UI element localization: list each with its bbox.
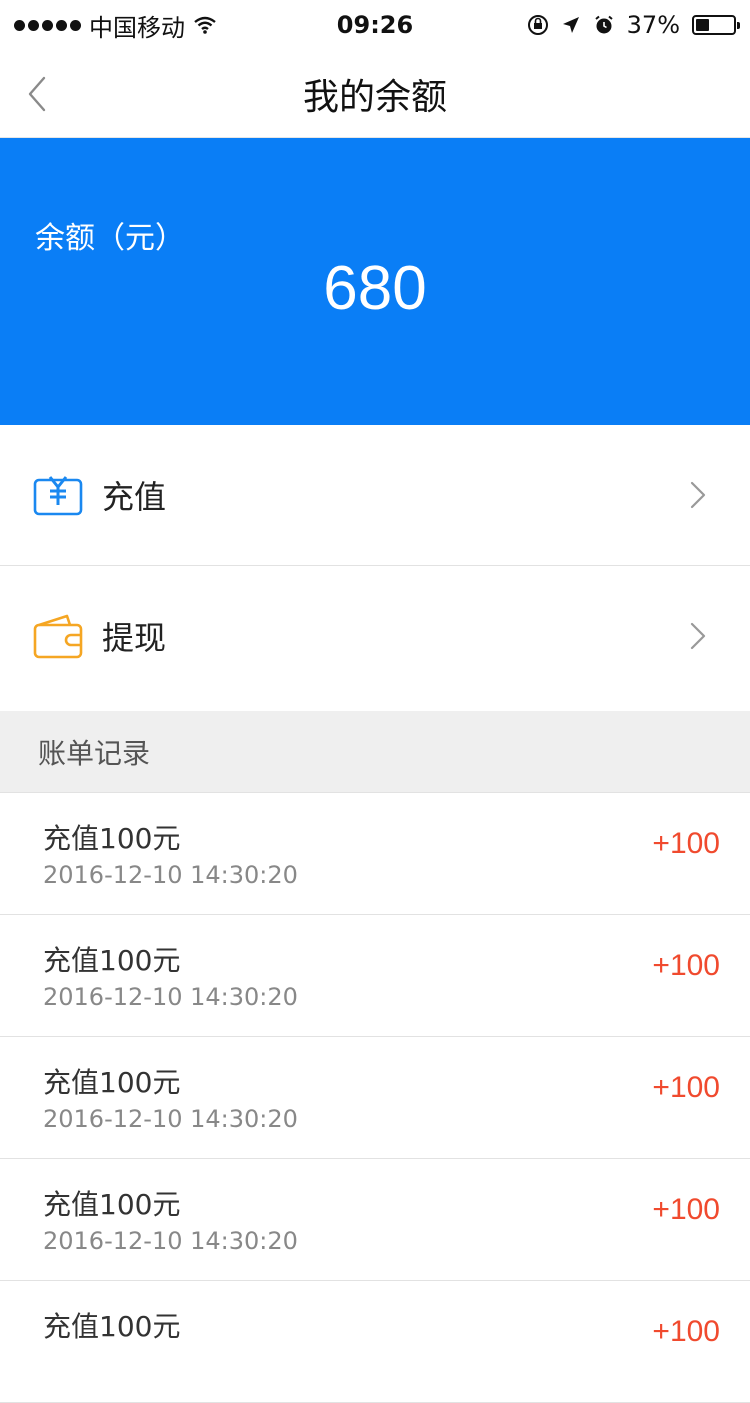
battery-icon	[692, 15, 740, 35]
record-time: 2016-12-10 14:30:20	[43, 861, 298, 889]
withdraw-row[interactable]: 提现	[0, 566, 750, 706]
record-amount: +100	[652, 1315, 720, 1348]
list-item[interactable]: 充值100元 2016-12-10 14:30:20 +100	[0, 1159, 750, 1281]
record-amount: +100	[652, 1071, 720, 1104]
status-left: 中国移动	[14, 8, 527, 43]
page-title: 我的余额	[302, 76, 447, 118]
recharge-row[interactable]: 充值	[0, 425, 750, 565]
status-bar: 中国移动 09:26 37%	[0, 0, 750, 50]
list-item[interactable]: 充值100元 2016-12-10 14:30:20 +100	[0, 793, 750, 915]
wallet-icon	[33, 614, 83, 659]
record-amount: +100	[652, 827, 720, 860]
navigation-bar: 我的余额	[0, 50, 750, 138]
chevron-right-icon	[690, 481, 706, 509]
list-item[interactable]: 充值100元 +100	[0, 1281, 750, 1403]
record-title: 充值100元	[43, 1188, 181, 1221]
carrier-name: 中国移动	[89, 13, 185, 42]
record-time: 2016-12-10 14:30:20	[43, 1105, 298, 1133]
alarm-clock-icon	[595, 15, 613, 34]
recharge-label: 充值	[102, 478, 167, 516]
battery-fill	[696, 19, 709, 31]
yuan-icon	[33, 476, 83, 516]
balance-card: 余额（元） 680	[0, 138, 750, 425]
chevron-right-icon	[690, 622, 706, 650]
back-arrow-icon[interactable]	[22, 72, 62, 116]
wifi-icon	[194, 16, 216, 34]
record-title: 充值100元	[43, 944, 181, 977]
orientation-lock-icon	[527, 15, 548, 35]
record-amount: +100	[652, 949, 720, 982]
withdraw-label: 提现	[102, 619, 167, 657]
record-time: 2016-12-10 14:30:20	[43, 1227, 298, 1255]
record-time: 2016-12-10 14:30:20	[43, 983, 298, 1011]
location-arrow-icon	[562, 17, 579, 33]
balance-label: 余额（元）	[35, 221, 185, 256]
record-title: 充值100元	[43, 1066, 181, 1099]
record-title: 充值100元	[43, 1310, 181, 1343]
balance-amount: 680	[323, 254, 427, 323]
status-right: 37%	[527, 11, 740, 39]
signal-strength-icon	[14, 19, 81, 31]
records-list: 充值100元 2016-12-10 14:30:20 +100 充值100元 2016-…	[0, 793, 750, 1403]
battery-percentage: 37%	[626, 11, 680, 39]
list-item[interactable]: 充值100元 2016-12-10 14:30:20 +100	[0, 915, 750, 1037]
records-section-header: 账单记录	[0, 711, 750, 793]
list-item[interactable]: 充值100元 2016-12-10 14:30:20 +100	[0, 1037, 750, 1159]
record-title: 充值100元	[43, 822, 181, 855]
record-amount: +100	[652, 1193, 720, 1226]
